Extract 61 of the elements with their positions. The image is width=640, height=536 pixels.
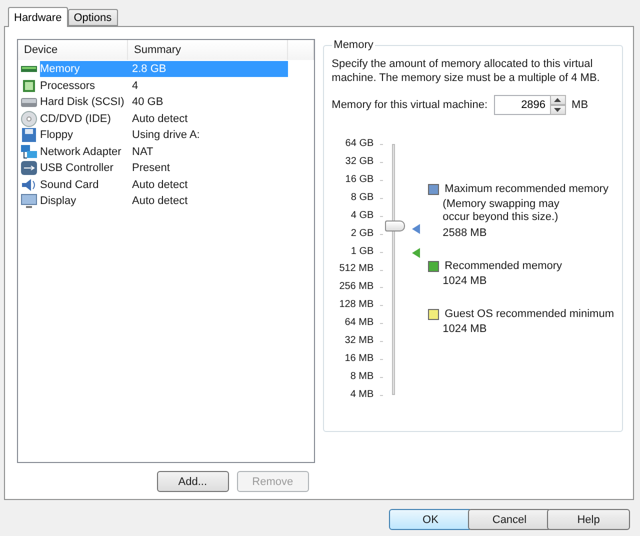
device-summary[interactable]: Auto detect (128, 110, 288, 126)
legend-value: 1024 MB (442, 275, 488, 288)
tick-label: 32 GB (345, 154, 374, 169)
legend-value: 1024 MB (442, 323, 488, 336)
tab[interactable]: Hardware (8, 7, 68, 27)
usb-icon (20, 159, 38, 177)
device-name[interactable]: Network Adapter (40, 144, 128, 160)
description: Specify the amount of memory allocated to this virtual machine. The memory size must be a multiple of 4 MB. (332, 57, 601, 85)
tick-label: 64 GB (345, 137, 374, 151)
dialog-button[interactable]: Cancel (468, 509, 551, 530)
field-label: Memory for this virtual machine: (332, 99, 488, 111)
device-name[interactable]: Sound Card (40, 176, 128, 192)
device-summary[interactable]: 4 (128, 78, 288, 94)
dialog-button[interactable]: Help (547, 509, 630, 530)
tick-label: 8 GB (350, 190, 374, 205)
device-summary[interactable]: Auto detect (128, 176, 288, 192)
tick-label: 1 GB (350, 244, 374, 259)
tick-label: 16 MB (344, 352, 374, 366)
slider-thumb[interactable] (384, 220, 405, 232)
column-header (288, 40, 314, 60)
tick-label: 4 MB (350, 388, 374, 402)
tick-label: 512 MB (339, 262, 374, 276)
legend-label: Recommended memory (444, 260, 562, 272)
unit-label: MB (572, 99, 588, 111)
tab[interactable]: Options (68, 9, 118, 26)
disc-icon (20, 110, 38, 128)
monitor-icon (20, 192, 38, 210)
up-arrow-icon (554, 98, 562, 102)
add-button[interactable]: Add... (156, 471, 229, 492)
device-name[interactable]: Processors (40, 78, 128, 94)
device-name[interactable]: Display (40, 193, 128, 209)
down-arrow-icon (554, 108, 562, 112)
device-summary[interactable]: 40 GB (128, 94, 288, 110)
tick-label: 2 GB (350, 226, 374, 241)
tick-label: 8 MB (350, 370, 374, 384)
spin-up-button[interactable] (550, 95, 566, 105)
tick-label: 16 GB (345, 172, 374, 187)
legend-note: (Memory swapping may occur beyond this size.) (442, 198, 560, 224)
device-summary[interactable]: Auto detect (128, 193, 288, 209)
tick-label: 4 GB (350, 208, 374, 223)
tick-label: 128 MB (339, 298, 374, 312)
device-name[interactable]: Floppy (40, 127, 128, 143)
device-name[interactable]: Hard Disk (SCSI) (40, 94, 128, 110)
tick-label: 32 MB (344, 334, 374, 348)
memory-input[interactable]: 2896 (494, 95, 550, 115)
group-title: Memory (332, 39, 374, 51)
spin-down-button[interactable] (550, 105, 566, 115)
tick-label: 64 MB (344, 316, 374, 330)
dialog-button[interactable]: OK (389, 509, 472, 530)
legend-label: Guest OS recommended minimum (444, 308, 614, 320)
tick-label: 256 MB (339, 280, 374, 294)
legend-value: 2588 MB (442, 227, 488, 240)
device-name[interactable]: USB Controller (40, 160, 128, 176)
network-icon (20, 142, 38, 160)
column-header[interactable]: Summary (128, 40, 288, 60)
device-summary[interactable]: NAT (128, 144, 288, 160)
device-summary[interactable]: Present (128, 160, 288, 176)
device-summary[interactable]: Using drive A: (128, 127, 288, 143)
device-name[interactable]: CD/DVD (IDE) (40, 110, 128, 126)
column-header[interactable]: Device (18, 40, 128, 60)
legend-label: Maximum recommended memory (444, 183, 608, 195)
